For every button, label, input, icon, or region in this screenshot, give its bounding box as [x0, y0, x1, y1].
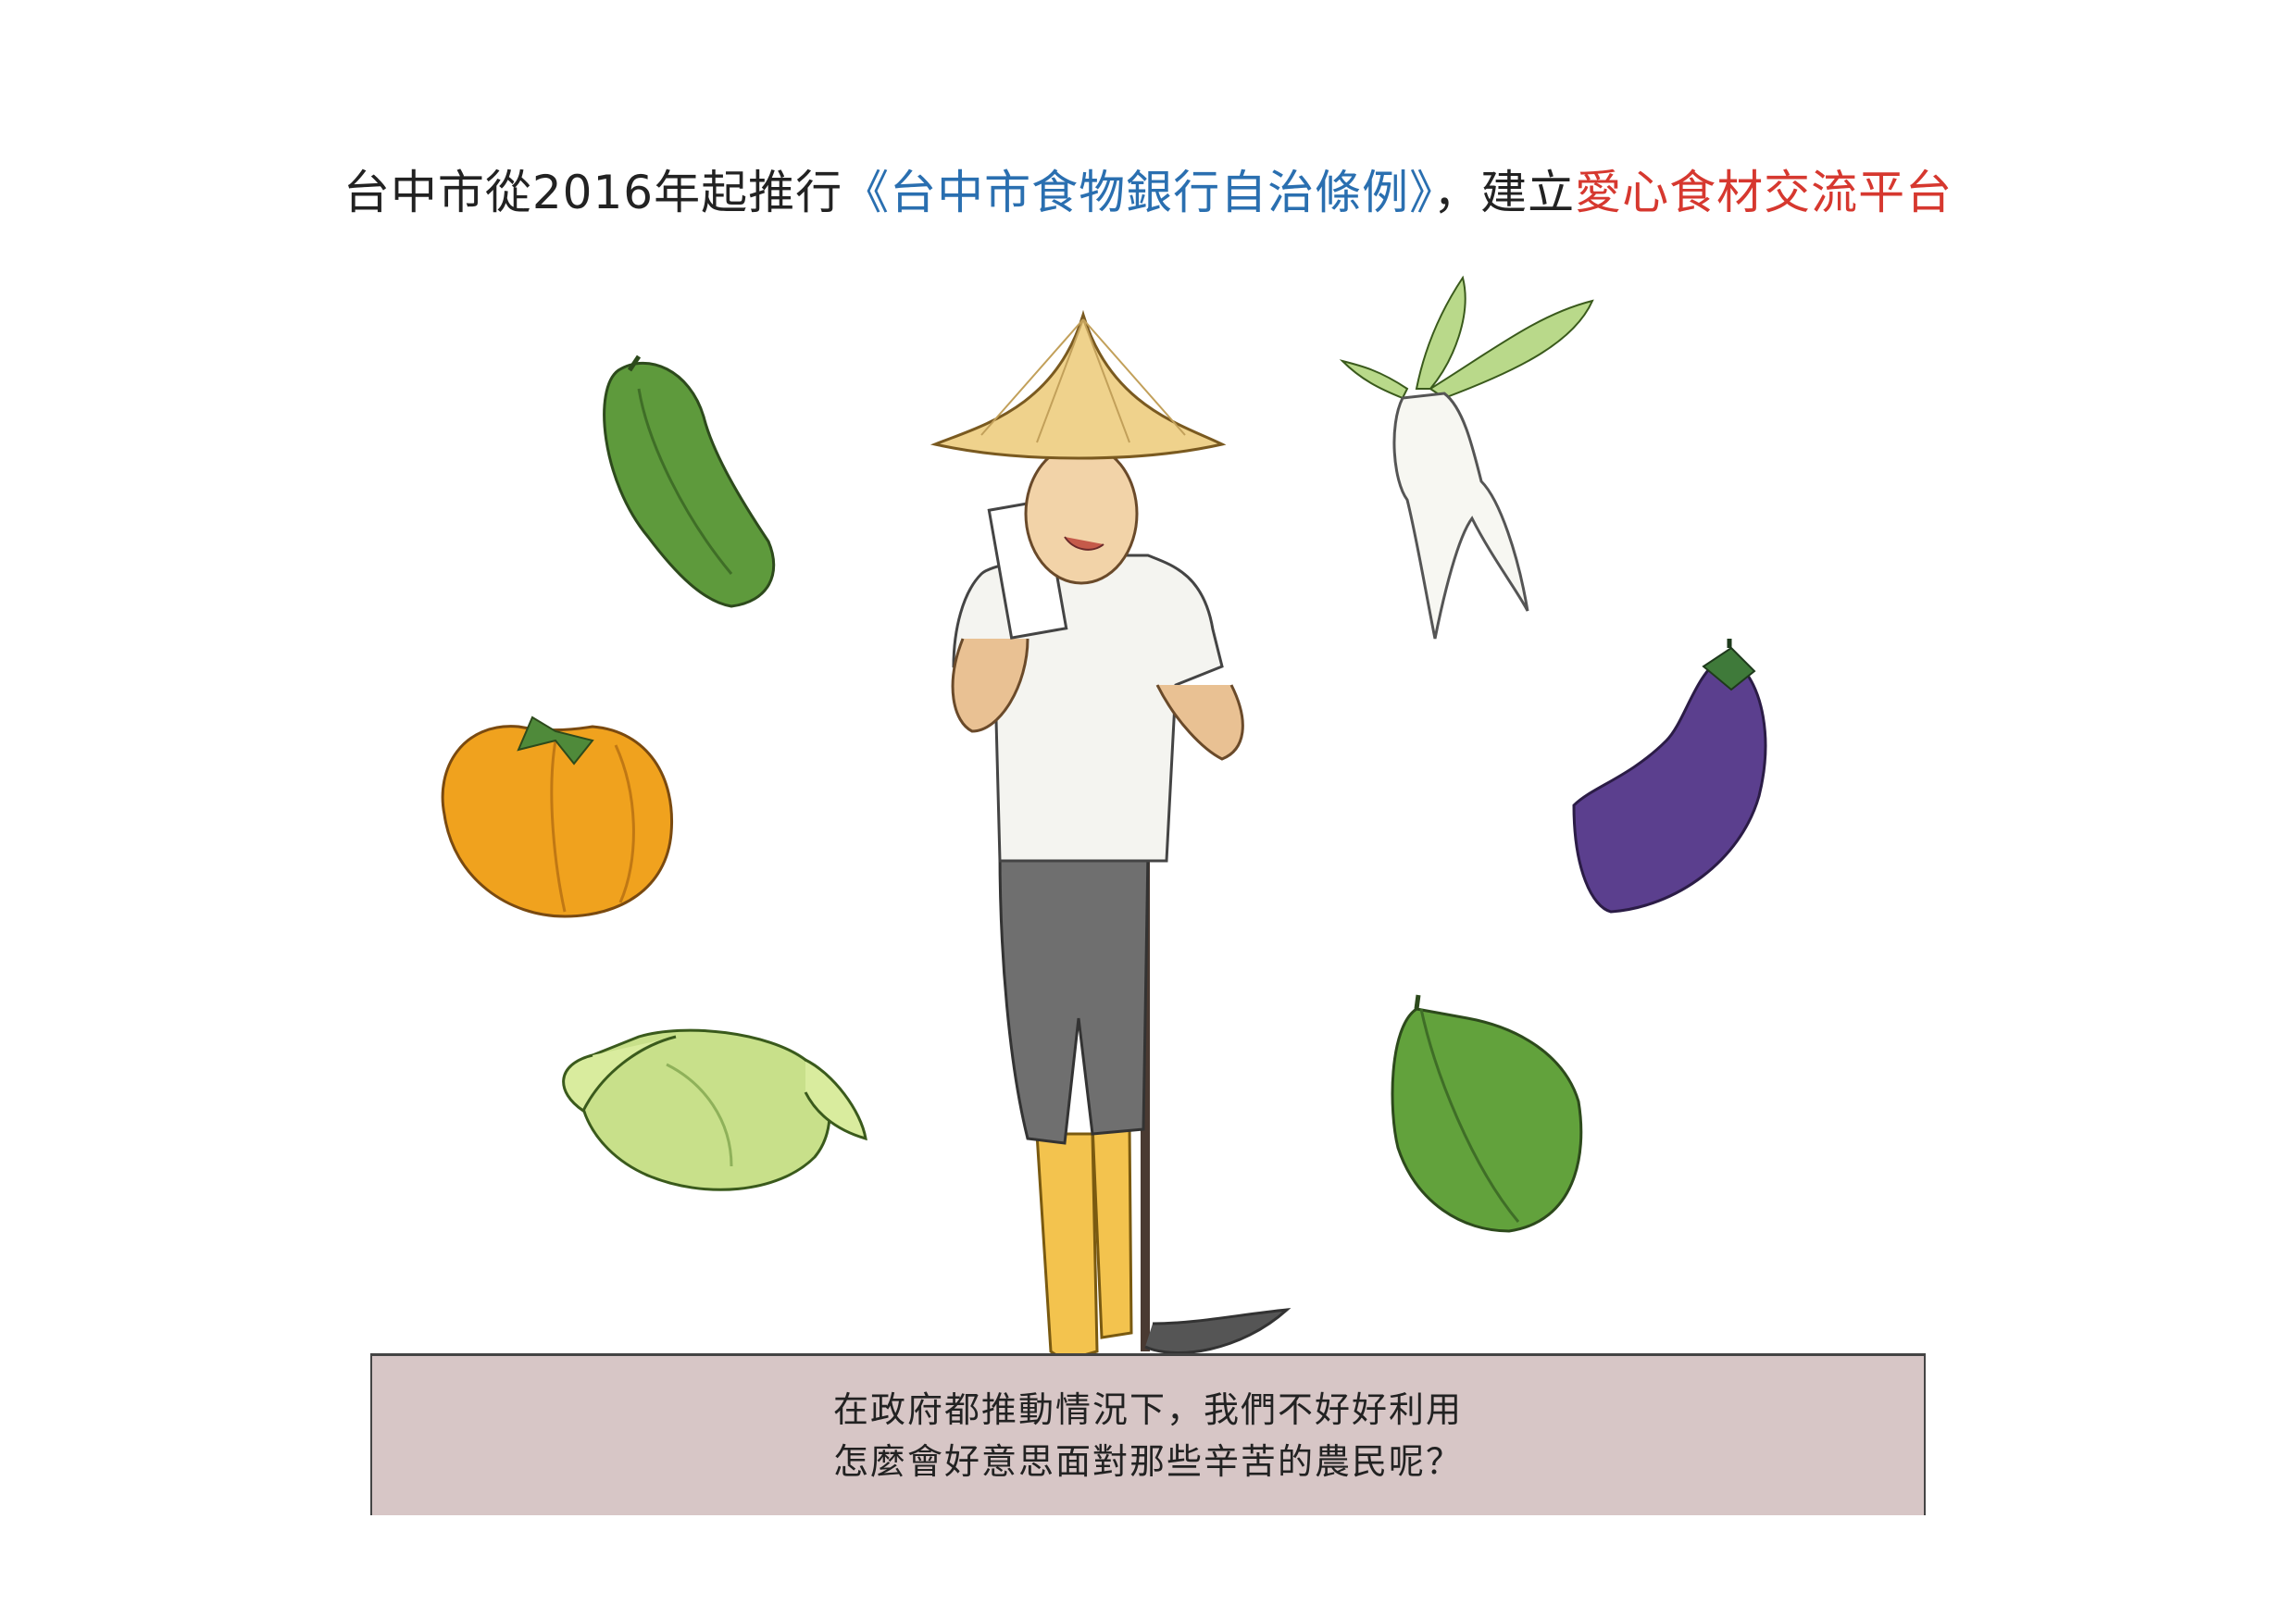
gourd-icon: [603, 355, 776, 608]
eggplant-icon: [1572, 639, 1767, 914]
caption-line-2: 怎麼會好意思面對那些辛苦的農民呢？: [832, 1441, 1463, 1482]
caption-box: 在政府都推動情況下，我們不好好利用 怎麼會好意思面對那些辛苦的農民呢？: [370, 1353, 1926, 1515]
cabbage-icon: [562, 1028, 867, 1191]
farmer-illustration: [930, 309, 1292, 1363]
persimmon-icon: [441, 716, 674, 918]
caption-line-1: 在政府都推動情況下，我們不好好利用: [832, 1389, 1463, 1430]
papaya-icon: [1391, 994, 1583, 1233]
radish-icon: [1339, 275, 1594, 640]
